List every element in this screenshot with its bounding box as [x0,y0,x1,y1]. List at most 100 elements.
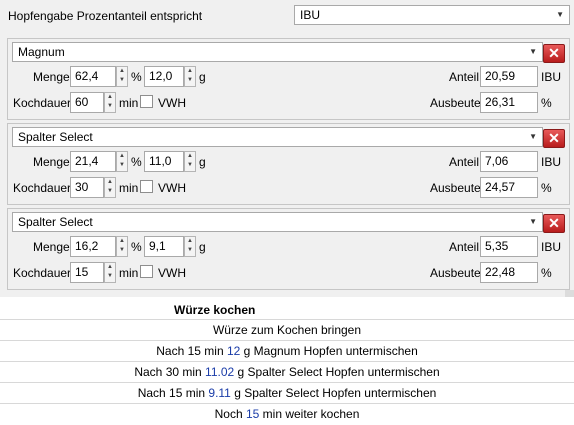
percent-unit: % [131,155,142,169]
ausbeute-label: Ausbeute [430,181,481,195]
vwh-checkbox[interactable] [140,95,153,108]
ibu-mode-select[interactable]: IBU ▼ [294,5,570,25]
chevron-down-icon: ▼ [529,132,537,141]
hop-settings-panel: Hopfengabe Prozentanteil entspricht IBU … [0,0,574,297]
hop-variety-select[interactable]: Magnum ▼ [12,42,543,62]
step-value: 9.11 [208,386,231,400]
hop-group-2: Spalter Select ▼ ✕ Menge 21,4 ▲ ▼ % 11,0 … [7,123,570,205]
anteil-unit: IBU [541,155,562,169]
step-text-suffix: g Spalter Select Hopfen untermischen [230,386,437,400]
menge-label: Menge [33,155,70,169]
chevron-down-icon: ▼ [556,10,564,19]
hop-variety-value: Magnum [18,45,65,59]
menge-percent-spinner[interactable]: ▲ ▼ [116,66,128,87]
kochdauer-label: Kochdauer [13,266,72,280]
hop-variety-value: Spalter Select [18,130,93,144]
step-text: Nach 15 min [137,386,209,400]
hop-group-1: Magnum ▼ ✕ Menge 62,4 ▲ ▼ % 12,0 ▲ ▼ g Koc… [7,38,570,120]
kochdauer-input[interactable]: 30 [70,177,104,198]
hop-variety-value: Spalter Select [18,215,93,229]
kochdauer-spinner[interactable]: ▲ ▼ [104,92,116,113]
step-text-suffix: min weiter kochen [259,407,360,421]
ausbeute-label: Ausbeute [430,266,481,280]
boil-step: Würze zum Kochen bringen [0,319,574,340]
kochdauer-input[interactable]: 60 [70,92,104,113]
kochdauer-label: Kochdauer [13,181,72,195]
menge-gram-spinner[interactable]: ▲ ▼ [184,151,196,172]
anteil-label: Anteil [449,155,480,169]
anteil-value: 20,59 [480,66,538,87]
menge-gram-spinner[interactable]: ▲ ▼ [184,236,196,257]
ausbeute-value: 22,48 [480,262,538,283]
delete-hop-button[interactable]: ✕ [543,214,565,233]
ausbeute-label: Ausbeute [430,96,481,110]
step-text-suffix: g Magnum Hopfen untermischen [240,344,418,358]
delete-hop-button[interactable]: ✕ [543,44,565,63]
vwh-checkbox[interactable] [140,265,153,278]
boil-step: Nach 15 min 12 g Magnum Hopfen untermisc… [0,340,574,361]
step-value: 11.02 [205,365,235,379]
close-icon: ✕ [548,45,560,61]
ausbeute-unit: % [541,181,552,195]
ibu-mode-value: IBU [300,8,321,22]
step-text-suffix: g Spalter Select Hopfen untermischen [234,365,440,379]
vwh-label: VWH [158,96,186,110]
gram-unit: g [199,240,206,254]
hop-variety-select[interactable]: Spalter Select ▼ [12,127,543,147]
step-text: Noch [214,407,246,421]
close-icon: ✕ [548,215,560,231]
anteil-unit: IBU [541,240,562,254]
menge-percent-spinner[interactable]: ▲ ▼ [116,236,128,257]
minute-unit: min [119,266,139,280]
boil-steps-title: Würze kochen [174,303,256,317]
step-text: Nach 30 min [134,365,206,379]
ausbeute-unit: % [541,266,552,280]
anteil-value: 5,35 [480,236,538,257]
anteil-unit: IBU [541,70,562,84]
chevron-down-icon: ▼ [529,217,537,226]
chevron-down-icon: ▼ [529,47,537,56]
step-value: 15 [245,407,260,421]
vwh-label: VWH [158,266,186,280]
ibu-mode-label: Hopfengabe Prozentanteil entspricht [8,9,203,23]
kochdauer-input[interactable]: 15 [70,262,104,283]
scrollbar[interactable] [565,290,574,297]
kochdauer-spinner[interactable]: ▲ ▼ [104,262,116,283]
ausbeute-value: 24,57 [480,177,538,198]
gram-unit: g [199,70,206,84]
boil-step: Nach 15 min 9.11 g Spalter Select Hopfen… [0,382,574,403]
menge-percent-input[interactable]: 62,4 [70,66,116,87]
menge-gram-spinner[interactable]: ▲ ▼ [184,66,196,87]
close-icon: ✕ [548,130,560,146]
percent-unit: % [131,70,142,84]
gram-unit: g [199,155,206,169]
step-text: Würze zum Kochen bringen [212,323,362,337]
kochdauer-label: Kochdauer [13,96,72,110]
anteil-value: 7,06 [480,151,538,172]
delete-hop-button[interactable]: ✕ [543,129,565,148]
menge-percent-input[interactable]: 16,2 [70,236,116,257]
percent-unit: % [131,240,142,254]
boil-step: Noch 15 min weiter kochen [0,403,574,424]
step-text: Nach 15 min [156,344,227,358]
ausbeute-unit: % [541,96,552,110]
menge-gram-input[interactable]: 9,1 [144,236,184,257]
vwh-label: VWH [158,181,186,195]
boil-step: Nach 30 min 11.02 g Spalter Select Hopfe… [0,361,574,382]
menge-percent-spinner[interactable]: ▲ ▼ [116,151,128,172]
ausbeute-value: 26,31 [480,92,538,113]
menge-label: Menge [33,240,70,254]
menge-gram-input[interactable]: 11,0 [144,151,184,172]
menge-gram-input[interactable]: 12,0 [144,66,184,87]
anteil-label: Anteil [449,240,480,254]
menge-percent-input[interactable]: 21,4 [70,151,116,172]
kochdauer-spinner[interactable]: ▲ ▼ [104,177,116,198]
minute-unit: min [119,181,139,195]
vwh-checkbox[interactable] [140,180,153,193]
hop-variety-select[interactable]: Spalter Select ▼ [12,212,543,232]
step-value: 12 [226,344,241,358]
anteil-label: Anteil [449,70,480,84]
menge-label: Menge [33,70,70,84]
hop-group-3: Spalter Select ▼ ✕ Menge 16,2 ▲ ▼ % 9,1 ▲… [7,208,570,290]
minute-unit: min [119,96,139,110]
